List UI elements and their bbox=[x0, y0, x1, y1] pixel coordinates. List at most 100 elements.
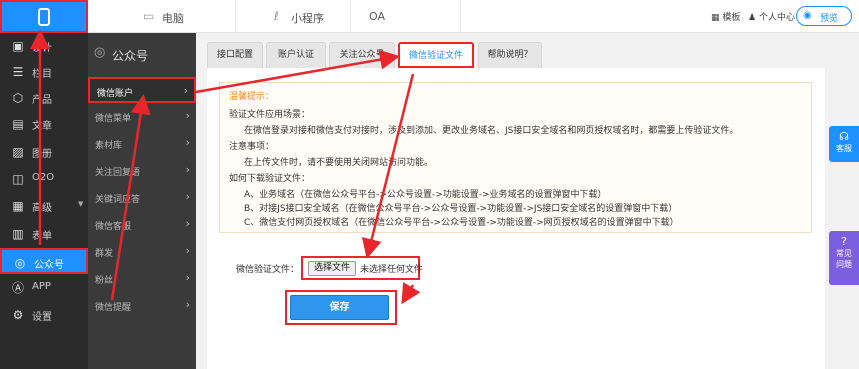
customer-service-button[interactable]: ☊ 客服 bbox=[829, 126, 859, 162]
tab-mini-program-label: 小程序 bbox=[291, 12, 324, 25]
rail-item-label: 设置 bbox=[32, 312, 52, 323]
subnav-title: 公众号 bbox=[112, 49, 149, 63]
rail-item-label: O2O bbox=[32, 172, 55, 183]
chevron-right-icon: › bbox=[185, 244, 190, 257]
columns-icon: ☰ bbox=[12, 65, 24, 79]
subnav-item-label: 群发 bbox=[95, 249, 114, 259]
choose-file-label: 选择文件 bbox=[313, 263, 350, 273]
notice-line: B、对接JS接口安全域名（在微信公众号平台->公众号设置->功能设置->JS接口… bbox=[244, 204, 678, 214]
notice-line: 在微信登录对接和微信支付对接时，涉及到添加、更改业务域名、JS接口安全域名和网页… bbox=[244, 126, 739, 136]
rail-item-o2o[interactable]: ◫ O2O bbox=[0, 166, 88, 192]
subnav-item-label: 微信账户 bbox=[97, 89, 134, 99]
file-status: 未选择任何文件 bbox=[360, 265, 424, 275]
album-icon: ▨ bbox=[12, 145, 24, 159]
tab-label: 微信验证文件 bbox=[408, 51, 463, 61]
rail-item-columns[interactable]: ☰ 栏目 bbox=[0, 59, 88, 85]
subnav-item-label: 粉丝 bbox=[95, 276, 114, 286]
subnav-item-label: 微信菜单 bbox=[95, 114, 132, 124]
file-upload-field: 选择文件 未选择任何文件 bbox=[301, 256, 424, 280]
subnav-item-keyword-reply[interactable]: 关键词应答 › bbox=[88, 185, 196, 211]
notice-line: A、业务域名（在微信公众号平台->公众号设置->功能设置->业务域名的设置弹窗中… bbox=[244, 190, 607, 200]
faq-label-2: 问题 bbox=[836, 260, 852, 269]
subnav-item-wechat-menu[interactable]: 微信菜单 › bbox=[88, 104, 196, 130]
o2o-icon: ◫ bbox=[12, 172, 24, 186]
subnav-item-follow-reply[interactable]: 关注回复语 › bbox=[88, 158, 196, 184]
subnav-item-label: 素材库 bbox=[95, 141, 123, 151]
tab-label: 接口配置 bbox=[216, 50, 253, 60]
tab-help[interactable]: 帮助说明？ bbox=[478, 42, 542, 68]
template-label: 模板 bbox=[722, 13, 741, 23]
save-label: 保存 bbox=[329, 302, 350, 313]
tab-pc[interactable]: ▭ 电脑 bbox=[88, 0, 236, 33]
subnav-item-label: 微信提醒 bbox=[95, 303, 132, 313]
mobile-icon bbox=[38, 8, 50, 26]
monitor-icon: ▭ bbox=[143, 9, 155, 23]
rail-item-label: 公众号 bbox=[34, 260, 64, 271]
chevron-right-icon: › bbox=[185, 109, 190, 122]
notice-box: 温馨提示： 验证文件应用场景： 在微信登录对接和微信支付对接时，涉及到添加、更改… bbox=[219, 82, 812, 233]
notice-line: 验证文件应用场景： bbox=[229, 110, 311, 120]
tab-label: 关注公众号 bbox=[339, 50, 385, 60]
subnav-item-reminder[interactable]: 微信提醒 › bbox=[88, 293, 196, 319]
rail-item-design[interactable]: ▣ 设计 bbox=[0, 33, 88, 59]
customer-service-label: 客服 bbox=[836, 144, 852, 153]
wechat-icon: ◎ bbox=[94, 45, 106, 60]
notice-line: 在上传文件时，请不要使用关闭网站访问功能。 bbox=[244, 158, 434, 168]
rail-item-label: 图册 bbox=[32, 149, 52, 160]
tab-mini-program[interactable]: ℓ 小程序 bbox=[236, 0, 351, 33]
mobile-device-button[interactable] bbox=[0, 0, 88, 33]
rail-item-article[interactable]: ▤ 文章 bbox=[0, 111, 88, 137]
chevron-right-icon: › bbox=[185, 190, 190, 203]
rail-item-label: APP bbox=[32, 281, 51, 292]
preview-button[interactable]: ◉ 预览 bbox=[796, 6, 852, 26]
rail-item-label: 高级 bbox=[32, 203, 52, 214]
save-button[interactable]: 保存 bbox=[290, 295, 389, 320]
user-center-link[interactable]: ♟ 个人中心 bbox=[748, 10, 795, 23]
subnav-item-material[interactable]: 素材库 › bbox=[88, 131, 196, 157]
chevron-right-icon: › bbox=[185, 136, 190, 149]
chevron-right-icon: › bbox=[185, 163, 190, 176]
rail-item-label: 栏目 bbox=[32, 69, 52, 80]
wechat-icon: ◎ bbox=[14, 256, 26, 270]
chevron-right-icon: › bbox=[185, 271, 190, 284]
subnav-item-broadcast[interactable]: 群发 › bbox=[88, 239, 196, 265]
rail-item-advanced[interactable]: ▦ 高级 ▼ bbox=[0, 193, 88, 219]
design-icon: ▣ bbox=[12, 39, 24, 53]
wechat-subnav: ◎ 公众号 微信账户 › 微信菜单 › 素材库 › 关注回复语 › 关键词应答 … bbox=[88, 33, 196, 369]
faq-button[interactable]: ? 常见 问题 bbox=[829, 231, 859, 285]
eye-icon: ◉ bbox=[803, 10, 812, 21]
tab-interface-config[interactable]: 接口配置 bbox=[207, 42, 263, 68]
notice-title: 温馨提示： bbox=[229, 92, 275, 102]
tab-account-verify[interactable]: 账户认证 bbox=[266, 42, 326, 68]
template-link[interactable]: ▦ 模板 bbox=[711, 10, 740, 23]
notice-line: C、微信支付网页授权域名（在微信公众号平台->公众号设置->功能设置->网页授权… bbox=[244, 218, 679, 228]
tab-verify-file[interactable]: 微信验证文件 bbox=[398, 42, 474, 68]
notice-line: 如何下载验证文件： bbox=[229, 174, 311, 184]
product-icon: ⬡ bbox=[12, 91, 24, 105]
tab-follow-account[interactable]: 关注公众号 bbox=[329, 42, 395, 68]
subnav-item-customer-service[interactable]: 微信客服 › bbox=[88, 212, 196, 238]
rail-item-label: 文章 bbox=[32, 121, 52, 132]
choose-file-button[interactable]: 选择文件 bbox=[308, 261, 356, 276]
settings-icon: ⚙ bbox=[12, 308, 24, 322]
tab-oa[interactable]: OA bbox=[351, 0, 461, 33]
rail-item-wechat[interactable]: ◎ 公众号 bbox=[0, 248, 88, 274]
tab-oa-label: OA bbox=[369, 10, 385, 23]
rail-item-product[interactable]: ⬡ 产品 bbox=[0, 85, 88, 111]
notice-line: 注意事项： bbox=[229, 142, 275, 152]
tab-label: 帮助说明？ bbox=[487, 50, 533, 60]
chevron-right-icon: › bbox=[185, 217, 190, 230]
rail-item-album[interactable]: ▨ 图册 bbox=[0, 139, 88, 165]
subnav-item-fans[interactable]: 粉丝 › bbox=[88, 266, 196, 292]
main-sidebar: ▣ 设计 ☰ 栏目 ⬡ 产品 ▤ 文章 ▨ 图册 ◫ O2O ▦ 高级 ▼ ▥ … bbox=[0, 0, 88, 369]
form-icon: ▥ bbox=[12, 227, 24, 241]
chevron-down-icon: ▼ bbox=[78, 200, 84, 208]
faq-label-1: 常见 bbox=[836, 249, 852, 258]
mini-program-icon: ℓ bbox=[274, 9, 279, 23]
rail-item-app[interactable]: Ⓐ APP bbox=[0, 275, 88, 301]
rail-item-form[interactable]: ▥ 表单 bbox=[0, 221, 88, 247]
app-icon: Ⓐ bbox=[11, 281, 24, 295]
rail-item-settings[interactable]: ⚙ 设置 bbox=[0, 302, 88, 328]
subnav-item-label: 关键词应答 bbox=[95, 195, 141, 205]
subnav-item-wechat-account[interactable]: 微信账户 › bbox=[88, 77, 196, 103]
